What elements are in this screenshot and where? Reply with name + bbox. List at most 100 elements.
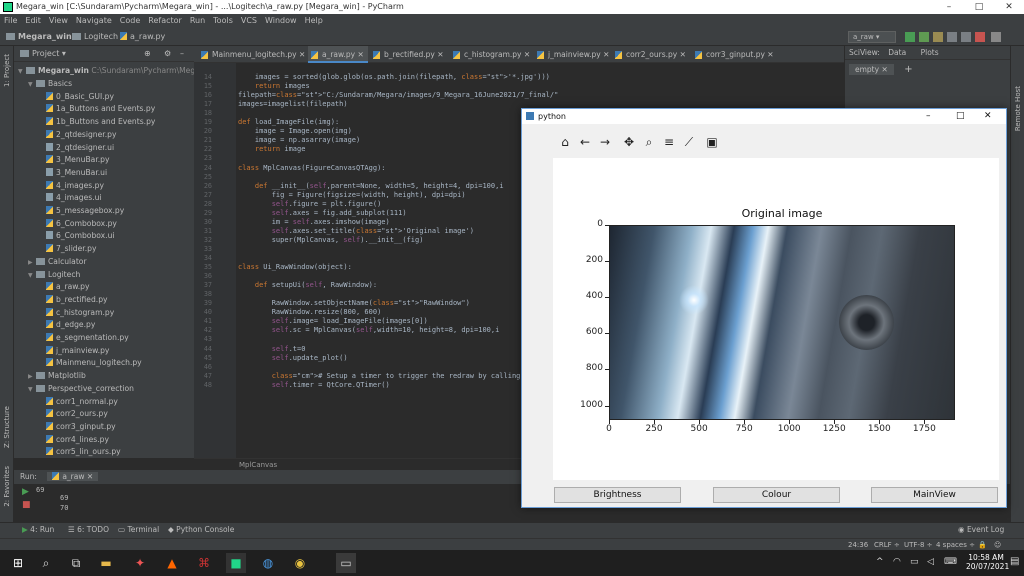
task-view-icon[interactable]: ⧉	[66, 553, 86, 573]
subplots-config-icon[interactable]: ≡	[660, 133, 678, 151]
code-line[interactable]: return images	[238, 82, 310, 90]
tree-file[interactable]: c_histogram.py	[38, 307, 114, 320]
python-window-taskbar-icon[interactable]: ▭	[336, 553, 356, 573]
tree-folder[interactable]: ▶ Matplotlib	[28, 370, 86, 383]
add-icon[interactable]: +	[904, 64, 912, 75]
code-line[interactable]: filepath=class="st">"C:/Sundaram/Megara/…	[238, 91, 558, 99]
tree-file[interactable]: 6_Combobox.ui	[38, 230, 115, 243]
vlc-icon[interactable]: ▲	[162, 553, 182, 573]
chevron-down-icon[interactable]: ▼	[28, 79, 36, 92]
code-line[interactable]: def load_ImageFile(img):	[238, 118, 339, 126]
save-icon[interactable]: ▣	[703, 133, 721, 151]
code-line[interactable]: self.image= load_ImageFile(images[0])	[238, 317, 428, 325]
taskbar-clock[interactable]: 10:58 AM 20/07/2021	[966, 553, 1009, 571]
app-icon[interactable]: ✦	[130, 553, 150, 573]
code-line[interactable]: super(MplCanvas, self).__init__(fig)	[238, 236, 424, 244]
minimize-icon[interactable]: –	[926, 109, 931, 124]
run-icon[interactable]	[905, 32, 915, 42]
profile-icon[interactable]	[947, 32, 957, 42]
menu-navigate[interactable]: Navigate	[72, 14, 116, 28]
menu-file[interactable]: File	[0, 14, 21, 28]
tree-file[interactable]: 2_qtdesigner.ui	[38, 142, 114, 155]
breadcrumb-project[interactable]: Megara_win	[6, 30, 72, 44]
tree-file[interactable]: corr2_ours.py	[38, 408, 108, 421]
code-line[interactable]: self.timer = QtCore.QTimer()	[238, 381, 390, 389]
code-line[interactable]: def __init__(self,parent=None, width=5, …	[238, 182, 504, 190]
code-line[interactable]: images=imagelist(filepath)	[238, 100, 348, 108]
tree-file[interactable]: d_edge.py	[38, 319, 95, 332]
menu-view[interactable]: View	[45, 14, 72, 28]
menu-window[interactable]: Window	[261, 14, 301, 28]
tree-file[interactable]: 0_Basic_GUI.py	[38, 91, 114, 104]
code-line[interactable]: self.update_plot()	[238, 354, 348, 362]
tree-file[interactable]: corr1_normal.py	[38, 396, 118, 409]
tree-file[interactable]: 1a_Buttons and Events.py	[38, 103, 155, 116]
mainview-button[interactable]: MainView	[871, 487, 998, 503]
coverage-icon[interactable]	[933, 32, 943, 42]
tab-corr3-ginput[interactable]: corr3_ginput.py ✕	[692, 46, 774, 63]
tree-root[interactable]: ▼ Megara_win C:\Sundaram\Pycharm\Megara	[18, 65, 208, 78]
code-line[interactable]: image = Image.open(img)	[238, 127, 352, 135]
edit-axis-icon[interactable]: ⟋	[680, 133, 698, 151]
tree-file[interactable]: Mainmenu_logitech.py	[38, 357, 142, 370]
code-line[interactable]: images = sorted(glob.glob(os.path.join(f…	[238, 73, 550, 81]
code-line[interactable]: RawWindow.setObjectName(class="st">"RawW…	[238, 299, 470, 307]
zoom-icon[interactable]: ⌕	[640, 133, 658, 151]
build-icon[interactable]	[961, 32, 971, 42]
run-tab[interactable]: a_raw ✕	[47, 472, 99, 481]
battery-icon[interactable]: ▭	[910, 557, 919, 567]
tree-file[interactable]: corr4_lines.py	[38, 434, 109, 447]
sciview-tab-data[interactable]: Data	[888, 48, 906, 57]
close-icon[interactable]: ✕	[984, 109, 992, 124]
menu-edit[interactable]: Edit	[21, 14, 45, 28]
code-line[interactable]: class Ui_RawWindow(object):	[238, 263, 352, 271]
sciview-tab-plots[interactable]: Plots	[921, 48, 939, 57]
maximize-icon[interactable]: □	[964, 0, 994, 14]
gear-icon[interactable]: ⚙	[164, 46, 171, 62]
hide-icon[interactable]: –	[180, 46, 184, 62]
code-line[interactable]: return image	[238, 145, 306, 153]
menu-tools[interactable]: Tools	[209, 14, 237, 28]
pdf-reader-icon[interactable]: ⌘	[194, 553, 214, 573]
project-tool-button[interactable]: 1: Project	[3, 54, 11, 87]
menu-help[interactable]: Help	[301, 14, 327, 28]
tree-file[interactable]: 2_qtdesigner.py	[38, 129, 116, 142]
tree-folder[interactable]: ▼ Perspective_correction	[28, 383, 134, 396]
windows-start-icon[interactable]: ⊞	[8, 553, 28, 573]
event-log-button[interactable]: ◉ Event Log	[958, 522, 1004, 538]
tab-mainmenu-logitech[interactable]: Mainmenu_logitech.py ✕	[198, 46, 308, 63]
tree-folder[interactable]: ▶ Calculator	[28, 256, 87, 269]
colour-button[interactable]: Colour	[713, 487, 840, 503]
code-line[interactable]: self.axes.set_title(class="st">'Original…	[238, 227, 474, 235]
file-explorer-icon[interactable]: ▬	[96, 553, 116, 573]
app-icon[interactable]: ◍	[258, 553, 278, 573]
tab-a-raw[interactable]: a_raw.py ✕	[308, 46, 368, 63]
project-view-select[interactable]: Project	[32, 49, 59, 58]
code-line[interactable]: fig = Figure(figsize=(width, height), dp…	[238, 191, 466, 199]
code-line[interactable]: self.axes = fig.add_subplot(111)	[238, 209, 407, 217]
remote-host-tool-button[interactable]: Remote Host	[1014, 86, 1022, 131]
tree-file[interactable]: 5_messagebox.py	[38, 205, 124, 218]
tree-file[interactable]: 1b_Buttons and Events.py	[38, 116, 155, 129]
search-icon[interactable]: ⌕	[36, 553, 56, 573]
stop-icon[interactable]	[975, 32, 985, 42]
tab-b-rectified[interactable]: b_rectified.py ✕	[370, 46, 450, 63]
code-line[interactable]: im = self.axes.imshow(image)	[238, 218, 390, 226]
chevron-down-icon[interactable]: ▼	[28, 270, 36, 283]
rerun-icon[interactable]: ▶	[22, 487, 29, 497]
minimize-icon[interactable]: –	[934, 0, 964, 14]
maximize-icon[interactable]: □	[956, 109, 965, 124]
breadcrumb-file[interactable]: a_raw.py	[120, 30, 165, 44]
tree-folder[interactable]: ▼ Logitech	[28, 269, 80, 282]
pan-icon[interactable]: ✥	[620, 133, 638, 151]
tree-file[interactable]: a_raw.py	[38, 281, 89, 294]
code-line[interactable]: class="cm"># Setup a timer to trigger th…	[238, 372, 550, 380]
brightness-button[interactable]: Brightness	[554, 487, 681, 503]
tree-file[interactable]: 4_images.ui	[38, 192, 102, 205]
code-line[interactable]: image = np.asarray(image)	[238, 136, 360, 144]
code-line[interactable]: self.t=0	[238, 345, 306, 353]
code-line[interactable]: class MplCanvas(FigureCanvasQTAgg):	[238, 164, 386, 172]
menu-run[interactable]: Run	[186, 14, 209, 28]
tree-file[interactable]: b_rectified.py	[38, 294, 108, 307]
close-icon[interactable]: ✕	[994, 0, 1024, 14]
